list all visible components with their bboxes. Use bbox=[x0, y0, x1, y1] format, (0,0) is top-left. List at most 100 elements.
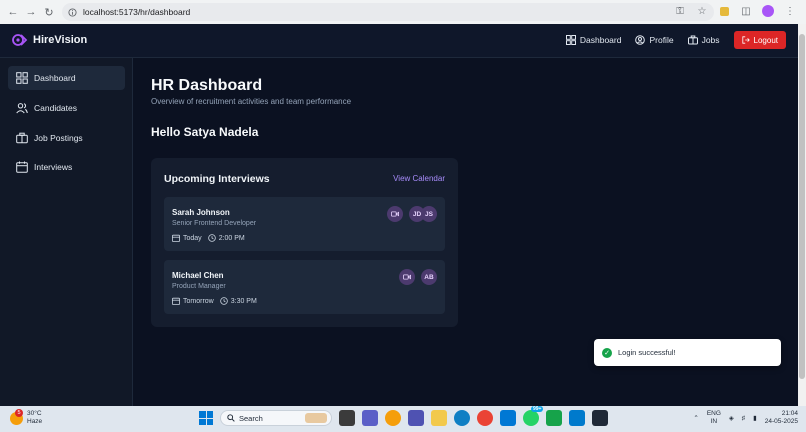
sidebar-item-label: Interviews bbox=[34, 162, 73, 172]
weather-widget[interactable]: 5 30°C Haze bbox=[10, 408, 42, 426]
clock-icon bbox=[219, 297, 228, 305]
chrome-icon[interactable] bbox=[477, 410, 493, 426]
nav-dashboard[interactable]: Dashboard bbox=[565, 35, 622, 45]
terminal-icon[interactable] bbox=[592, 410, 608, 426]
users-icon bbox=[16, 103, 28, 114]
task-view-icon[interactable] bbox=[339, 410, 355, 426]
clock-date: 24-05-2025 bbox=[764, 418, 798, 425]
search-label: Search bbox=[239, 413, 263, 423]
nav-jobs[interactable]: Jobs bbox=[687, 35, 720, 45]
volume-icon[interactable]: ♯ bbox=[742, 415, 745, 422]
temperature: 30°C bbox=[27, 410, 42, 417]
reload-icon[interactable]: ↻ bbox=[40, 3, 58, 21]
view-calendar-link[interactable]: View Calendar bbox=[393, 174, 445, 183]
notes-app-icon[interactable] bbox=[362, 410, 378, 426]
browser-toolbar: ← → ↻ localhost:5173/hr/dashboard ⚿ ☆ ◫ … bbox=[0, 0, 806, 24]
teams-icon[interactable] bbox=[408, 410, 424, 426]
address-bar[interactable]: localhost:5173/hr/dashboard bbox=[62, 3, 714, 21]
lang-top: ENG bbox=[706, 410, 721, 417]
search-highlight-icon bbox=[305, 413, 327, 423]
clock-time: 21:04 bbox=[781, 410, 798, 417]
puzzle-icon[interactable]: ◫ bbox=[738, 3, 754, 19]
candidate-name: Michael Chen bbox=[172, 271, 224, 280]
extension-icon[interactable] bbox=[716, 3, 732, 19]
brand-name: HireVision bbox=[33, 34, 88, 46]
briefcase-icon bbox=[16, 132, 28, 144]
interview-day: Today bbox=[183, 234, 202, 242]
interview-item[interactable]: Michael Chen Product Manager Tomorrow 3:… bbox=[164, 260, 445, 314]
avatar: JS bbox=[421, 206, 437, 222]
back-icon[interactable]: ← bbox=[4, 3, 22, 21]
whatsapp-icon[interactable]: 99+ bbox=[523, 406, 544, 426]
sidebar-item-label: Dashboard bbox=[34, 73, 76, 83]
weather-badge: 5 bbox=[15, 408, 23, 417]
sidebar-item-label: Job Postings bbox=[34, 133, 83, 143]
user-circle-icon bbox=[635, 35, 646, 45]
interview-day: Tomorrow bbox=[183, 297, 214, 305]
sidebar-item-label: Candidates bbox=[34, 103, 78, 113]
nav-jobs-label: Jobs bbox=[701, 35, 720, 45]
profile-avatar[interactable] bbox=[760, 3, 776, 19]
success-toast[interactable]: ✓ Login successful! bbox=[594, 339, 781, 366]
nav-profile[interactable]: Profile bbox=[635, 35, 674, 45]
site-info-icon[interactable] bbox=[68, 7, 77, 17]
nav-dashboard-label: Dashboard bbox=[579, 35, 622, 45]
sidebar-item-candidates[interactable]: Candidates bbox=[8, 96, 125, 120]
lang-bottom: IN bbox=[710, 418, 718, 425]
url-text: localhost:5173/hr/dashboard bbox=[83, 7, 191, 17]
calendar-icon bbox=[172, 297, 180, 305]
edge-icon[interactable] bbox=[454, 410, 470, 426]
copilot-icon[interactable] bbox=[385, 410, 401, 426]
upcoming-interviews-card: Upcoming Interviews View Calendar Sarah … bbox=[151, 158, 458, 327]
system-clock[interactable]: 21:04 24-05-2025 bbox=[765, 410, 798, 426]
calendar-icon bbox=[16, 161, 28, 173]
video-call-button[interactable] bbox=[399, 269, 415, 285]
card-title: Upcoming Interviews bbox=[164, 173, 270, 185]
menu-icon[interactable]: ⋮ bbox=[782, 3, 798, 19]
forward-icon[interactable]: → bbox=[22, 3, 40, 21]
sidebar-item-job-postings[interactable]: Job Postings bbox=[8, 126, 125, 150]
video-icon bbox=[403, 274, 411, 280]
brand[interactable]: HireVision bbox=[12, 32, 87, 48]
page-subtitle: Overview of recruitment activities and t… bbox=[151, 97, 352, 106]
sun-icon: 5 bbox=[10, 408, 23, 425]
video-icon bbox=[391, 211, 399, 217]
taskbar-search[interactable]: Search bbox=[220, 410, 332, 426]
candidate-name: Sarah Johnson bbox=[172, 208, 230, 217]
battery-icon[interactable]: ▮ bbox=[753, 414, 757, 422]
key-icon[interactable]: ⚿ bbox=[672, 3, 688, 19]
outlook-icon[interactable] bbox=[500, 410, 516, 426]
interview-time: 3:30 PM bbox=[230, 297, 257, 305]
avatar: AB bbox=[421, 269, 437, 285]
check-circle-icon: ✓ bbox=[602, 347, 612, 358]
candidate-role: Senior Frontend Developer bbox=[172, 220, 257, 227]
logout-button[interactable]: Logout bbox=[733, 31, 786, 49]
star-icon[interactable]: ☆ bbox=[694, 3, 710, 19]
page-scrollbar[interactable] bbox=[798, 24, 806, 406]
interview-time: 2:00 PM bbox=[218, 234, 245, 242]
wifi-icon[interactable]: ◈ bbox=[729, 414, 734, 422]
top-navbar: HireVision Dashboard Profile Jobs Logout bbox=[0, 24, 798, 58]
sidebar-item-dashboard[interactable]: Dashboard bbox=[8, 66, 125, 90]
clock-icon bbox=[207, 234, 216, 242]
search-icon bbox=[227, 414, 235, 422]
windows-taskbar: 5 30°C Haze Search 99+ ⌃ ENG IN ◈ ♯ ▮ 21… bbox=[0, 406, 806, 432]
interview-item[interactable]: Sarah Johnson Senior Frontend Developer … bbox=[164, 197, 445, 251]
logout-label: Logout bbox=[753, 35, 778, 45]
chevron-up-icon[interactable]: ⌃ bbox=[693, 414, 698, 422]
video-call-button[interactable] bbox=[387, 206, 403, 222]
start-button[interactable] bbox=[199, 411, 213, 425]
interviewer-avatars: JD JS bbox=[409, 206, 437, 222]
file-explorer-icon[interactable] bbox=[431, 410, 447, 426]
greeting: Hello Satya Nadela bbox=[151, 125, 259, 139]
notepad-icon[interactable] bbox=[546, 410, 562, 426]
scrollbar-thumb[interactable] bbox=[799, 34, 805, 379]
interviewer-avatars: AB bbox=[421, 269, 437, 285]
logout-icon bbox=[741, 36, 750, 44]
calendar-icon bbox=[172, 234, 180, 242]
nav-profile-label: Profile bbox=[649, 35, 674, 45]
vscode-icon[interactable] bbox=[569, 410, 585, 426]
brand-logo-icon bbox=[12, 34, 28, 46]
sidebar-item-interviews[interactable]: Interviews bbox=[8, 155, 125, 179]
language-indicator[interactable]: ENG IN bbox=[707, 410, 721, 426]
